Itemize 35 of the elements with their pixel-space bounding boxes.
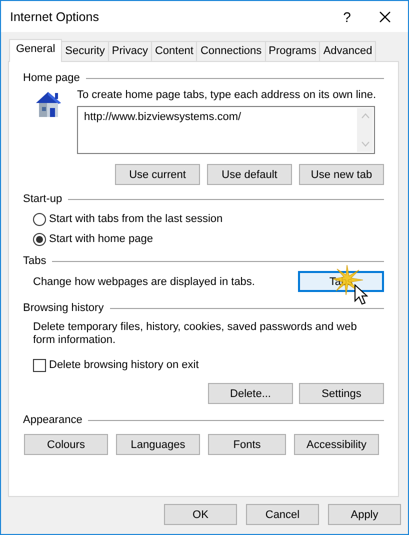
scroll-down-icon	[360, 141, 370, 147]
checkbox[interactable]	[33, 358, 46, 372]
dialog-button[interactable]: Languages	[116, 434, 200, 455]
scroll-up-icon	[360, 113, 370, 119]
dialog-button[interactable]: Apply	[328, 504, 401, 525]
radio-button[interactable]	[33, 212, 46, 226]
instruction-text: To create home page tabs, type each address on its own line.	[77, 89, 376, 101]
dialog-button[interactable]: Fonts	[208, 434, 286, 455]
dialog-button[interactable]: Use current	[115, 164, 200, 185]
history-description: Delete temporary files, history, cookies, saved passwords and web form information.	[33, 321, 358, 347]
dialog-button[interactable]: Accessibility	[294, 434, 379, 455]
dialog-button[interactable]: Cancel	[246, 504, 319, 525]
dialog-button[interactable]: Colours	[24, 434, 108, 455]
window-title: Internet Options	[10, 10, 100, 24]
section-heading: Home page	[23, 72, 80, 84]
dialog-button[interactable]: Use default	[207, 164, 292, 185]
address-field[interactable]: http://www.bizviewsystems.com/	[77, 106, 375, 154]
tabs-description: Change how webpages are displayed in tabs.	[33, 276, 255, 288]
tab[interactable]: Advanced	[319, 41, 376, 61]
radio-label: Start with tabs from the last session	[49, 213, 223, 225]
section-heading: Start-up	[23, 193, 62, 205]
dialog-button[interactable]: OK	[164, 504, 237, 525]
section-heading: Browsing history	[23, 302, 104, 314]
help-button[interactable]: ?	[332, 8, 362, 24]
cursor-icon	[354, 284, 368, 305]
tab[interactable]: General	[9, 39, 62, 62]
radio-label: Start with home page	[49, 233, 153, 245]
dialog-button[interactable]: Settings	[299, 383, 384, 404]
checkbox-label: Delete browsing history on exit	[49, 359, 199, 371]
section-heading: Tabs	[23, 255, 46, 267]
radio-button[interactable]	[33, 232, 46, 246]
section-heading: Appearance	[23, 414, 82, 426]
close-icon	[379, 10, 391, 22]
dialog-button[interactable]: Delete...	[208, 383, 293, 404]
dialog-button[interactable]: Use new tab	[299, 164, 384, 185]
